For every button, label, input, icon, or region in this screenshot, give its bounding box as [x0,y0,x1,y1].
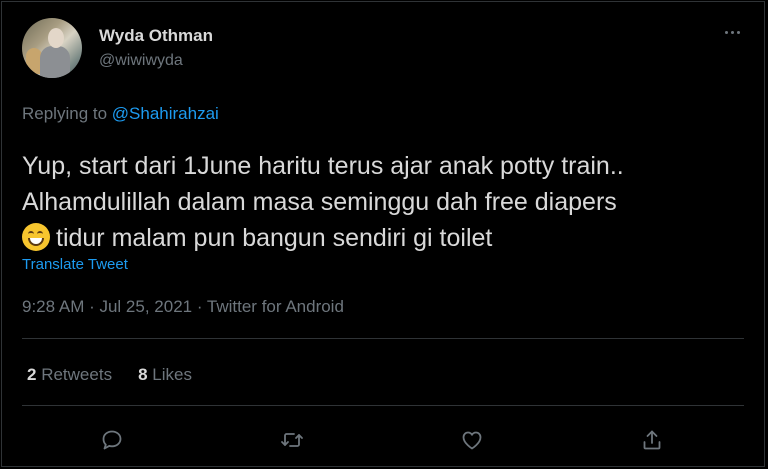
tweet-text-line: Alhamdulillah dalam masa seminggu dah fr… [22,188,617,216]
action-bar [2,422,766,458]
more-options-icon[interactable] [718,22,746,42]
translate-tweet-link[interactable]: Translate Tweet [22,256,128,273]
tweet-text: Yup, start dari 1June haritu terus ajar … [22,148,742,256]
retweets-stat[interactable]: 2 Retweets [27,365,112,385]
like-icon[interactable] [454,422,490,458]
engagement-stats: 2 Retweets 8 Likes [27,365,192,385]
avatar-figure-face [48,28,64,48]
tweet-text-line: Yup, start dari 1June haritu terus ajar … [22,152,624,180]
author-name[interactable]: Wyda Othman [99,26,213,46]
retweets-count: 2 [27,365,37,384]
avatar-figure-body [40,46,70,78]
avatar[interactable] [22,18,82,78]
mention-link[interactable]: @Shahirahzai [112,104,219,123]
tweet-text-line-content: tidur malam pun bangun sendiri gi toilet [56,224,493,252]
reply-icon[interactable] [94,422,130,458]
retweet-icon[interactable] [274,422,310,458]
tweet-text-line: tidur malam pun bangun sendiri gi toilet [22,220,742,256]
divider [22,338,744,339]
replying-to: Replying to @Shahirahzai [22,104,219,124]
retweets-label: Retweets [41,365,113,384]
likes-label: Likes [152,365,192,384]
tweet-card: Wyda Othman @wiwiwyda Replying to @Shahi… [1,1,765,467]
author-handle[interactable]: @wiwiwyda [99,52,183,70]
divider [22,405,744,406]
likes-stat[interactable]: 8 Likes [138,365,192,385]
share-icon[interactable] [634,422,670,458]
replying-prefix: Replying to [22,104,112,123]
tweet-timestamp[interactable]: 9:28 AM · Jul 25, 2021 · Twitter for And… [22,297,344,317]
likes-count: 8 [138,365,148,384]
grinning-face-emoji-icon [22,223,50,251]
